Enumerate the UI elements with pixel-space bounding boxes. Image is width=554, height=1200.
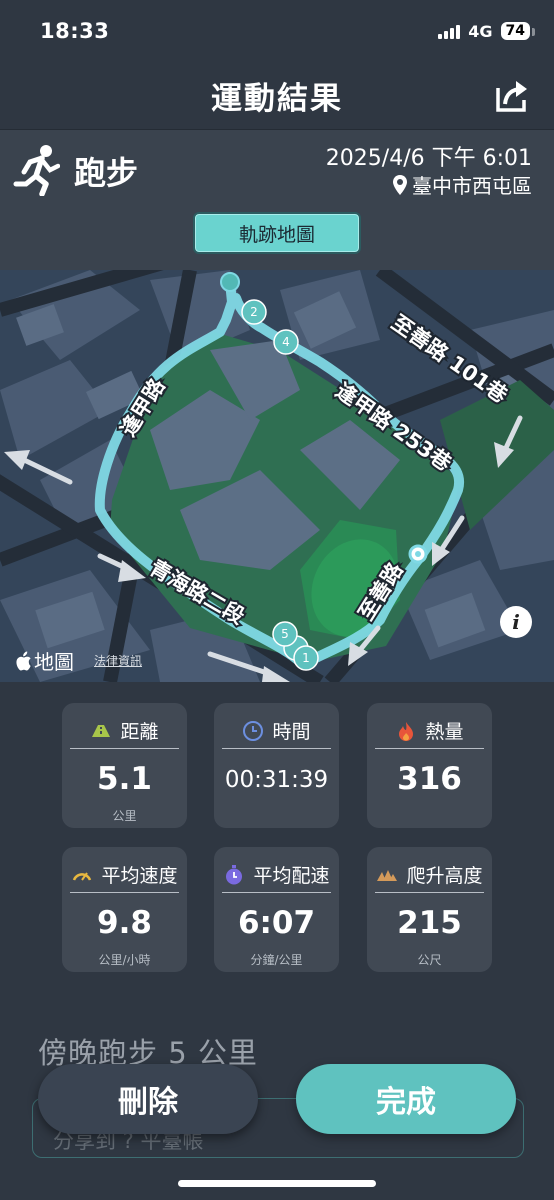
stat-label: 熱量 xyxy=(425,721,464,743)
stat-unit: 公里/小時 xyxy=(98,953,151,967)
stat-value: 5.1 xyxy=(97,761,152,797)
stat-header: 平均速度 xyxy=(70,857,179,893)
stat-header: 爬升高度 xyxy=(375,857,484,893)
activity-type: 跑步 xyxy=(74,154,139,192)
stat-value: 00:31:39 xyxy=(224,767,329,793)
stat-card-avg-speed: 平均速度 9.8 公里/小時 xyxy=(62,847,187,972)
map-canvas: 至善路 101巷 逢甲路 逢甲路 253巷 青海路二段 至善路 2 4 5 1 xyxy=(0,270,554,682)
apple-icon xyxy=(16,651,31,670)
stat-header: 距離 xyxy=(70,713,179,749)
activity-datetime: 2025/4/6 下午 6:01 xyxy=(325,146,532,171)
delete-button[interactable]: 刪除 xyxy=(38,1064,258,1134)
stat-header: 熱量 xyxy=(375,713,484,749)
stat-label: 時間 xyxy=(272,721,311,743)
runner-icon xyxy=(13,145,60,196)
route-map[interactable]: 至善路 101巷 逢甲路 逢甲路 253巷 青海路二段 至善路 2 4 5 1 … xyxy=(0,270,554,682)
stat-card-time: 時間 00:31:39 xyxy=(214,703,339,828)
network-type: 4G xyxy=(468,21,493,41)
activity-location: 臺中市西屯區 xyxy=(392,170,532,199)
route-marker: 5 xyxy=(281,627,289,641)
flame-icon xyxy=(399,721,414,741)
done-button[interactable]: 完成 xyxy=(296,1064,516,1134)
stat-header: 平均配速 xyxy=(222,857,331,893)
share-icon xyxy=(496,81,527,112)
stat-value: 9.8 xyxy=(97,905,152,941)
mountain-icon xyxy=(377,869,398,881)
route-marker: 2 xyxy=(250,305,258,319)
map-info-button[interactable]: i xyxy=(500,606,532,638)
stat-card-distance: 距離 5.1 公里 xyxy=(62,703,187,828)
status-bar: 18:33 4G 74 xyxy=(0,0,554,62)
stat-card-elevation: 爬升高度 215 公尺 xyxy=(367,847,492,972)
status-indicators: 4G 74 xyxy=(438,21,536,41)
clock-icon xyxy=(243,720,264,741)
stat-card-calories: 熱量 316 xyxy=(367,703,492,828)
location-pin-icon xyxy=(393,174,407,195)
legal-link[interactable]: 法律資訊 xyxy=(94,652,142,669)
stopwatch-icon xyxy=(226,864,243,884)
battery-icon: 74 xyxy=(500,22,536,40)
stat-value: 316 xyxy=(397,761,462,797)
nav-bar: 運動結果 xyxy=(0,62,554,130)
track-map-button[interactable]: 軌跡地圖 xyxy=(193,212,361,254)
road-icon xyxy=(92,724,111,737)
stat-label: 平均速度 xyxy=(101,865,178,887)
stat-label: 平均配速 xyxy=(253,865,330,887)
stat-unit: 分鐘/公里 xyxy=(250,953,303,967)
stat-value: 6:07 xyxy=(237,905,316,941)
stat-unit: 公里 xyxy=(112,809,137,823)
home-indicator[interactable] xyxy=(178,1180,376,1187)
stat-label: 距離 xyxy=(120,721,159,743)
stat-label: 爬升高度 xyxy=(406,865,483,887)
maps-logo: 地圖 xyxy=(14,646,74,675)
route-marker: 4 xyxy=(282,335,290,349)
speedometer-icon xyxy=(73,871,92,881)
stat-card-avg-pace: 平均配速 6:07 分鐘/公里 xyxy=(214,847,339,972)
activity-header: 跑步 2025/4/6 下午 6:01 臺中市西屯區 軌跡地圖 xyxy=(0,130,554,270)
share-button[interactable] xyxy=(492,76,532,116)
page-title: 運動結果 xyxy=(211,81,343,117)
stat-unit: 公尺 xyxy=(417,953,442,967)
route-marker: 1 xyxy=(302,651,310,665)
maps-logo-text: 地圖 xyxy=(34,650,74,674)
signal-icon xyxy=(438,23,461,39)
status-time: 18:33 xyxy=(40,19,110,43)
location-text: 臺中市西屯區 xyxy=(412,174,532,198)
stat-header: 時間 xyxy=(222,713,331,749)
stat-value: 215 xyxy=(397,905,462,941)
